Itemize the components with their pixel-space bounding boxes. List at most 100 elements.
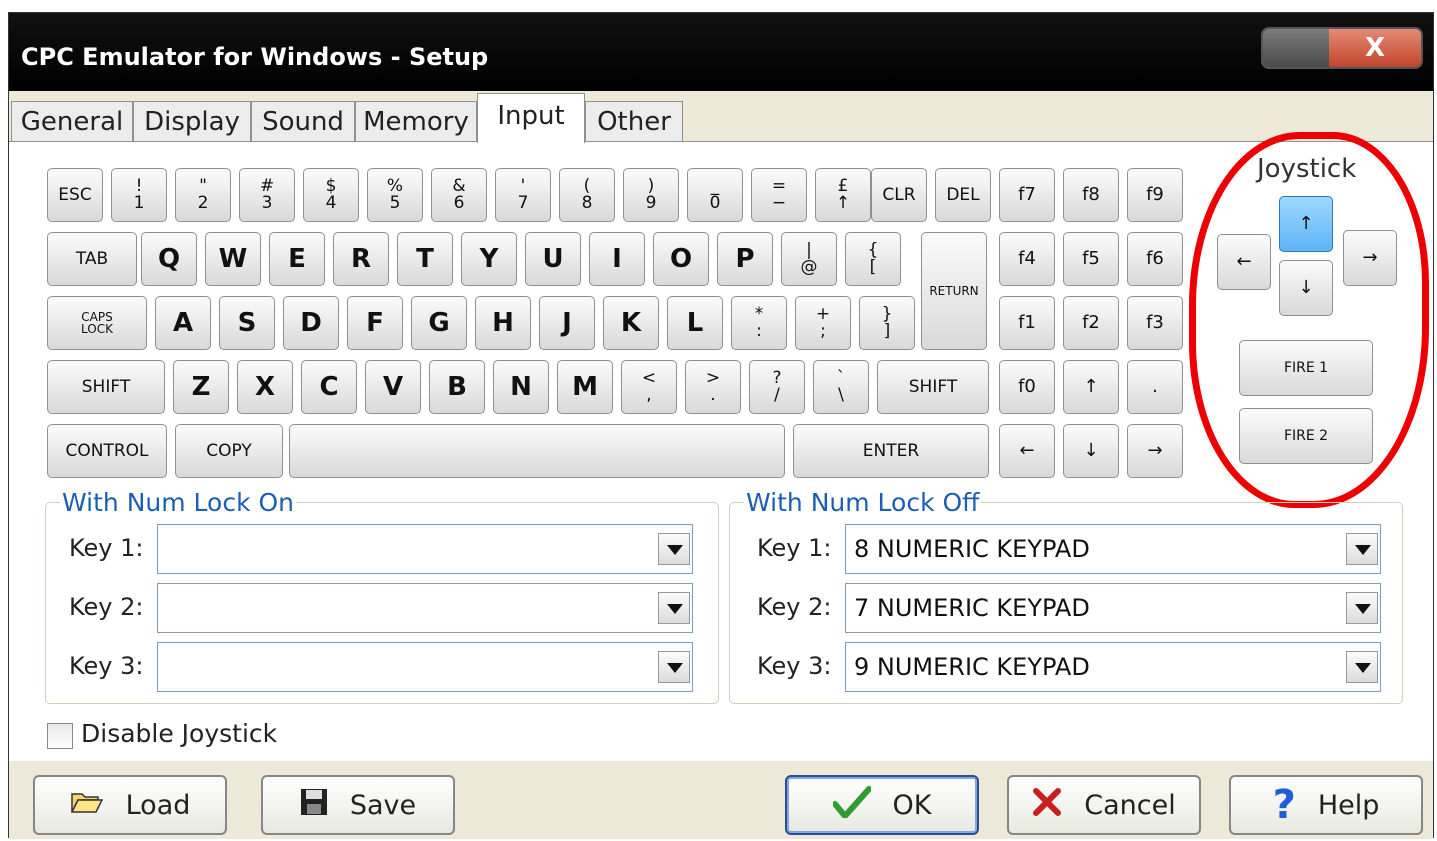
load-button[interactable]: Load: [33, 775, 227, 835]
key-3[interactable]: #3: [239, 168, 295, 222]
key-minus[interactable]: = −: [751, 168, 807, 222]
help-button[interactable]: ? Help: [1229, 775, 1423, 835]
key-cursor-right[interactable]: →: [1127, 424, 1183, 478]
key-bracket-open[interactable]: {[: [845, 232, 901, 286]
chevron-down-icon[interactable]: [658, 533, 690, 565]
key-cursor-up[interactable]: ↑: [1063, 360, 1119, 414]
tab-other[interactable]: Other: [585, 101, 683, 141]
key-e[interactable]: E: [269, 232, 325, 286]
key-shift-right[interactable]: SHIFT: [877, 360, 989, 414]
key-z[interactable]: Z: [173, 360, 229, 414]
num-lock-off-key2-select[interactable]: 7 NUMERIC KEYPAD: [845, 583, 1381, 633]
key-c[interactable]: C: [301, 360, 357, 414]
key-d[interactable]: D: [283, 296, 339, 350]
tab-display[interactable]: Display: [133, 101, 251, 141]
chevron-down-icon[interactable]: [1346, 592, 1378, 624]
key-clr[interactable]: CLR: [871, 168, 927, 222]
num-lock-off-key3-select[interactable]: 9 NUMERIC KEYPAD: [845, 642, 1381, 692]
key-colon[interactable]: *:: [731, 296, 787, 350]
close-icon[interactable]: X: [1329, 29, 1421, 67]
save-button[interactable]: Save: [261, 775, 455, 835]
key-5[interactable]: % 5: [367, 168, 423, 222]
num-lock-on-key1-select[interactable]: [157, 524, 693, 574]
tab-memory[interactable]: Memory: [355, 101, 477, 141]
key-x[interactable]: X: [237, 360, 293, 414]
num-lock-off-key1-select[interactable]: 8 NUMERIC KEYPAD: [845, 524, 1381, 574]
key-u[interactable]: U: [525, 232, 581, 286]
key-i[interactable]: I: [589, 232, 645, 286]
chevron-down-icon[interactable]: [1346, 651, 1378, 683]
key-0[interactable]: _ 0: [687, 168, 743, 222]
num-lock-on-key2-select[interactable]: [157, 583, 693, 633]
key-7[interactable]: ' 7: [495, 168, 551, 222]
key-keypad-dot[interactable]: .: [1127, 360, 1183, 414]
key-f4[interactable]: f4: [999, 232, 1055, 286]
key-f3[interactable]: f3: [1127, 296, 1183, 350]
tab-general[interactable]: General: [11, 101, 133, 141]
key-esc[interactable]: ESC: [47, 168, 103, 222]
key-slash[interactable]: ? /: [749, 360, 805, 414]
key-p[interactable]: P: [717, 232, 773, 286]
cancel-button[interactable]: Cancel: [1007, 775, 1201, 835]
key-return[interactable]: RETURN: [921, 232, 987, 350]
joystick-fire1-button[interactable]: FIRE 1: [1239, 340, 1373, 396]
key-9[interactable]: ) 9: [623, 168, 679, 222]
key-v[interactable]: V: [365, 360, 421, 414]
key-1[interactable]: ! 1: [111, 168, 167, 222]
key-comma[interactable]: <,: [621, 360, 677, 414]
key-6[interactable]: & 6: [431, 168, 487, 222]
key-8[interactable]: (8: [559, 168, 615, 222]
close-button[interactable]: X: [1261, 27, 1423, 69]
tab-sound[interactable]: Sound: [251, 101, 355, 141]
key-o[interactable]: O: [653, 232, 709, 286]
key-f8[interactable]: f8: [1063, 168, 1119, 222]
key-t[interactable]: T: [397, 232, 453, 286]
num-lock-on-key3-select[interactable]: [157, 642, 693, 692]
key-space[interactable]: [289, 424, 785, 478]
key-y[interactable]: Y: [461, 232, 517, 286]
key-control[interactable]: CONTROL: [47, 424, 167, 478]
key-q[interactable]: Q: [141, 232, 197, 286]
key-g[interactable]: G: [411, 296, 467, 350]
key-at[interactable]: | @: [781, 232, 837, 286]
ok-button[interactable]: OK: [785, 775, 979, 835]
key-f6[interactable]: f6: [1127, 232, 1183, 286]
key-s[interactable]: S: [219, 296, 275, 350]
tab-input[interactable]: Input: [477, 93, 585, 143]
key-cursor-down[interactable]: ↓: [1063, 424, 1119, 478]
chevron-down-icon[interactable]: [1346, 533, 1378, 565]
key-f0[interactable]: f0: [999, 360, 1055, 414]
key-semicolon[interactable]: +;: [795, 296, 851, 350]
key-f1[interactable]: f1: [999, 296, 1055, 350]
key-period[interactable]: >.: [685, 360, 741, 414]
key-j[interactable]: J: [539, 296, 595, 350]
key-tab[interactable]: TAB: [47, 232, 137, 286]
joystick-up-button[interactable]: ↑: [1279, 196, 1333, 252]
key-backslash[interactable]: ` \: [813, 360, 869, 414]
key-f9[interactable]: f9: [1127, 168, 1183, 222]
key-w[interactable]: W: [205, 232, 261, 286]
chevron-down-icon[interactable]: [658, 651, 690, 683]
key-del[interactable]: DEL: [935, 168, 991, 222]
key-2[interactable]: " 2: [175, 168, 231, 222]
disable-joystick-checkbox[interactable]: [47, 723, 73, 749]
joystick-left-button[interactable]: ←: [1217, 234, 1271, 290]
chevron-down-icon[interactable]: [658, 592, 690, 624]
key-a[interactable]: A: [155, 296, 211, 350]
joystick-right-button[interactable]: →: [1343, 230, 1397, 286]
key-bracket-close[interactable]: }]: [859, 296, 915, 350]
key-4[interactable]: $4: [303, 168, 359, 222]
key-copy[interactable]: COPY: [175, 424, 283, 478]
key-cursor-left[interactable]: ←: [999, 424, 1055, 478]
key-shift-left[interactable]: SHIFT: [47, 360, 165, 414]
key-k[interactable]: K: [603, 296, 659, 350]
key-r[interactable]: R: [333, 232, 389, 286]
key-m[interactable]: M: [557, 360, 613, 414]
key-h[interactable]: H: [475, 296, 531, 350]
key-enter[interactable]: ENTER: [793, 424, 989, 478]
key-pound[interactable]: £ ↑: [815, 168, 871, 222]
key-n[interactable]: N: [493, 360, 549, 414]
disable-joystick-label[interactable]: Disable Joystick: [81, 719, 277, 748]
key-f5[interactable]: f5: [1063, 232, 1119, 286]
key-l[interactable]: L: [667, 296, 723, 350]
